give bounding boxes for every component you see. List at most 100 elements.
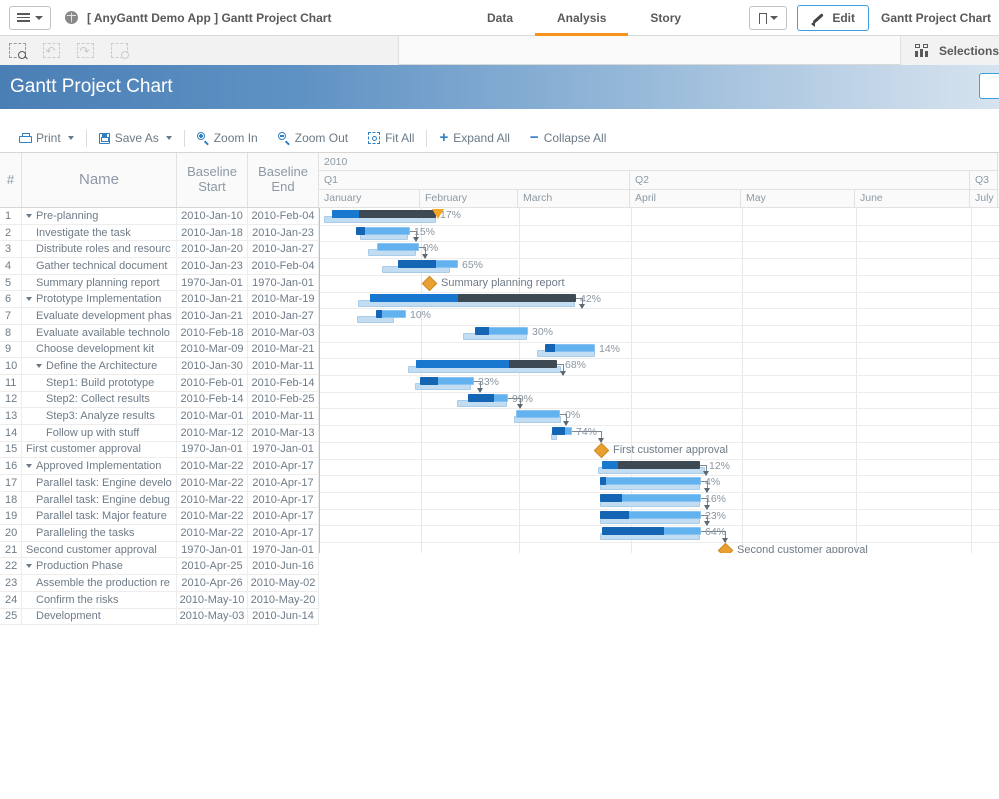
expander-icon[interactable] bbox=[26, 464, 32, 469]
table-row[interactable]: 11 Step1: Build prototype 2010-Feb-01 2010-… bbox=[0, 374, 319, 392]
table-row[interactable]: 19 Parallel task: Major feature 2010-Mar-2… bbox=[0, 508, 319, 526]
table-row[interactable]: 13 Step3: Analyze results 2010-Mar-01 2010-… bbox=[0, 408, 319, 425]
table-row[interactable]: 22 Production Phase 2010-Apr-25 2010-Jun-16 bbox=[0, 558, 319, 576]
cell-name[interactable]: Parallel task: Engine debug bbox=[22, 491, 177, 508]
column-header-baseline-start[interactable]: Baseline Start bbox=[177, 153, 248, 207]
cell-baseline-end: 2010-Mar-11 bbox=[248, 358, 319, 374]
table-row[interactable]: 21 Second customer approval 1970-Jan-01 197… bbox=[0, 541, 319, 559]
task-grid[interactable]: 1 Pre-planning 2010-Jan-10 2010-Feb-04 2 Inve… bbox=[0, 208, 320, 626]
cell-name[interactable]: Second customer approval bbox=[22, 541, 177, 558]
expander-icon[interactable] bbox=[36, 364, 42, 369]
connector-arrow bbox=[704, 521, 710, 527]
cell-name[interactable]: Summary planning report bbox=[22, 274, 177, 291]
milestone-marker[interactable] bbox=[421, 275, 438, 292]
cell-name[interactable]: Paralleling the tasks bbox=[22, 525, 177, 541]
cell-name[interactable]: Investigate the task bbox=[22, 224, 177, 241]
redo-button[interactable]: ↷ bbox=[68, 36, 102, 65]
task-name-text: Prototype Implementation bbox=[36, 293, 162, 306]
table-row[interactable]: 7 Evaluate development phas 2010-Jan-21 201… bbox=[0, 308, 319, 325]
cell-name[interactable]: Evaluate development phas bbox=[22, 308, 177, 324]
cell-baseline-start: 2010-Jan-30 bbox=[177, 358, 248, 374]
cell-index: 12 bbox=[0, 391, 22, 408]
table-row[interactable]: 8 Evaluate available technolo 2010-Feb-18 2… bbox=[0, 324, 319, 342]
table-row[interactable]: 18 Parallel task: Engine debug 2010-Mar-22… bbox=[0, 491, 319, 509]
object-menu-button[interactable] bbox=[979, 73, 999, 99]
table-row[interactable]: 9 Choose development kit 2010-Mar-09 2010-M… bbox=[0, 341, 319, 359]
cell-name[interactable]: First customer approval bbox=[22, 441, 177, 458]
table-row[interactable]: 15 First customer approval 1970-Jan-01 1970… bbox=[0, 441, 319, 459]
table-row[interactable]: 6 Prototype Implementation 2010-Jan-21 2010… bbox=[0, 291, 319, 309]
table-row[interactable]: 24 Confirm the risks 2010-May-10 2010-May-2… bbox=[0, 591, 319, 609]
table-row[interactable]: 10 Define the Architecture 2010-Jan-30 2010… bbox=[0, 358, 319, 375]
cell-name[interactable]: Step2: Collect results bbox=[22, 391, 177, 408]
cell-name[interactable]: Development bbox=[22, 608, 177, 625]
tab-story[interactable]: Story bbox=[628, 0, 703, 36]
column-header-name[interactable]: Name bbox=[22, 153, 177, 207]
table-row[interactable]: 5 Summary planning report 1970-Jan-01 1970-… bbox=[0, 274, 319, 292]
progress-label: 15% bbox=[414, 225, 436, 238]
undo-button[interactable]: ↶ bbox=[34, 36, 68, 65]
cell-name[interactable]: Assemble the production re bbox=[22, 575, 177, 591]
progress-label: 33% bbox=[478, 376, 500, 388]
cell-name[interactable]: Parallel task: Engine develo bbox=[22, 475, 177, 491]
plus-icon: + bbox=[439, 129, 449, 146]
column-header-index[interactable]: # bbox=[0, 153, 22, 207]
cell-baseline-start: 2010-Jan-21 bbox=[177, 308, 248, 324]
cell-name[interactable]: Distribute roles and resourc bbox=[22, 241, 177, 258]
clear-selections-button[interactable] bbox=[102, 36, 136, 65]
milestone-marker[interactable] bbox=[593, 442, 610, 459]
cell-name[interactable]: Evaluate available technolo bbox=[22, 324, 177, 341]
timeline-plot[interactable]: 17% 15% 0% 65% Summary planning report 42% 10%… bbox=[320, 208, 999, 553]
cell-name[interactable]: Production Phase bbox=[22, 558, 177, 575]
selections-panel-button[interactable]: Selections bbox=[899, 36, 999, 65]
table-row[interactable]: 20 Paralleling the tasks 2010-Mar-22 2010-A… bbox=[0, 525, 319, 542]
table-row[interactable]: 2 Investigate the task 2010-Jan-18 2010-Jan… bbox=[0, 224, 319, 242]
cell-name[interactable]: Approved Implementation bbox=[22, 458, 177, 474]
cell-name[interactable]: Pre-planning bbox=[22, 208, 177, 224]
progress-label: 17% bbox=[440, 209, 462, 221]
cell-name[interactable]: Define the Architecture bbox=[22, 358, 177, 374]
task-bar[interactable] bbox=[600, 477, 701, 486]
table-row[interactable]: 3 Distribute roles and resourc 2010-Jan-20… bbox=[0, 241, 319, 259]
expander-icon[interactable] bbox=[26, 297, 32, 302]
table-row[interactable]: 14 Follow up with stuff 2010-Mar-12 2010-Ma… bbox=[0, 424, 319, 442]
selection-search-button[interactable] bbox=[0, 36, 34, 65]
expander-icon[interactable] bbox=[26, 213, 32, 218]
zoom-out-button[interactable]: Zoom Out bbox=[268, 127, 358, 149]
cell-name[interactable]: Gather technical document bbox=[22, 258, 177, 274]
progress-bar bbox=[370, 293, 458, 302]
expand-all-button[interactable]: + Expand All bbox=[429, 127, 519, 149]
zoom-in-button[interactable]: Zoom In bbox=[187, 127, 268, 149]
column-header-baseline-end[interactable]: Baseline End bbox=[248, 153, 319, 207]
edit-button[interactable]: Edit bbox=[797, 5, 869, 31]
table-row[interactable]: 4 Gather technical document 2010-Jan-23 201… bbox=[0, 258, 319, 275]
print-button[interactable]: Print bbox=[8, 127, 84, 149]
tab-data[interactable]: Data bbox=[465, 0, 535, 36]
table-row[interactable]: 17 Parallel task: Engine develo 2010-Mar-2… bbox=[0, 475, 319, 492]
cell-name[interactable]: Step3: Analyze results bbox=[22, 408, 177, 424]
table-row[interactable]: 1 Pre-planning 2010-Jan-10 2010-Feb-04 bbox=[0, 208, 319, 225]
tab-analysis[interactable]: Analysis bbox=[535, 0, 629, 36]
cell-name[interactable]: Step1: Build prototype bbox=[22, 374, 177, 391]
table-row[interactable]: 23 Assemble the production re 2010-Apr-26 2… bbox=[0, 575, 319, 592]
task-bar[interactable] bbox=[377, 243, 419, 252]
table-row[interactable]: 12 Step2: Collect results 2010-Feb-14 2010-… bbox=[0, 391, 319, 409]
bookmarks-button[interactable] bbox=[749, 6, 788, 30]
cell-name[interactable]: Choose development kit bbox=[22, 341, 177, 358]
expander-icon[interactable] bbox=[26, 564, 32, 569]
cell-baseline-end: 2010-Feb-04 bbox=[248, 258, 319, 274]
task-bar[interactable] bbox=[516, 410, 560, 419]
collapse-all-button[interactable]: − Collapse All bbox=[520, 127, 616, 149]
cell-name[interactable]: Prototype Implementation bbox=[22, 291, 177, 308]
cell-name[interactable]: Confirm the risks bbox=[22, 591, 177, 608]
save-as-button[interactable]: Save As bbox=[89, 127, 182, 149]
task-name-text: Choose development kit bbox=[36, 343, 155, 356]
table-row[interactable]: 25 Development 2010-May-03 2010-Jun-14 bbox=[0, 608, 319, 626]
sheet-name: Gantt Project Chart bbox=[880, 11, 991, 25]
main-menu-button[interactable] bbox=[9, 5, 51, 30]
cell-name[interactable]: Parallel task: Major feature bbox=[22, 508, 177, 525]
milestone-marker[interactable] bbox=[717, 542, 734, 553]
cell-name[interactable]: Follow up with stuff bbox=[22, 424, 177, 441]
table-row[interactable]: 16 Approved Implementation 2010-Mar-22 2010… bbox=[0, 458, 319, 475]
fit-all-button[interactable]: Fit All bbox=[358, 127, 424, 149]
